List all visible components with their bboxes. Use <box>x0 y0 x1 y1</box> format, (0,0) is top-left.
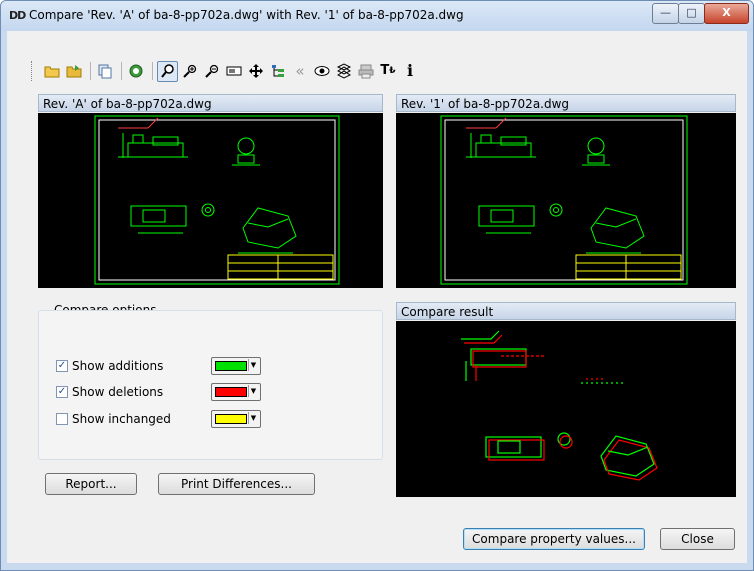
result-panel-header: Compare result <box>396 302 736 320</box>
copy-icon[interactable] <box>95 61 115 81</box>
show-deletions-checkbox[interactable]: ✓ <box>56 386 68 398</box>
window-title: Compare 'Rev. 'A' of ba-8-pp702a.dwg' wi… <box>29 8 464 22</box>
left-drawing-view[interactable] <box>38 113 383 288</box>
layers-icon[interactable] <box>334 61 354 81</box>
right-panel-title: Rev. '1' of ba-8-pp702a.dwg <box>401 97 570 111</box>
option-show-additions[interactable]: ✓ Show additions <box>56 358 163 374</box>
toolbar-grip[interactable] <box>31 61 36 81</box>
print-differences-button[interactable]: Print Differences... <box>158 473 315 495</box>
right-panel-header: Rev. '1' of ba-8-pp702a.dwg <box>396 94 736 112</box>
dialog-client-area: « T ₺ i Rev. 'A' of ba-8-pp702a.dwg Rev.… <box>7 31 747 563</box>
info-icon[interactable]: i <box>400 61 420 81</box>
toolbar-separator <box>152 62 153 80</box>
open-folder-icon[interactable] <box>42 61 62 81</box>
right-drawing-view[interactable] <box>396 113 736 288</box>
left-panel-title: Rev. 'A' of ba-8-pp702a.dwg <box>43 97 212 111</box>
option-show-deletions[interactable]: ✓ Show deletions <box>56 384 163 400</box>
zoom-window-icon[interactable] <box>224 61 244 81</box>
zoom-in-icon[interactable] <box>180 61 200 81</box>
left-drawing <box>94 115 340 285</box>
open-folder-alt-icon[interactable] <box>64 61 84 81</box>
additions-color-swatch <box>215 361 247 371</box>
compare-property-values-button[interactable]: Compare property values... <box>463 528 645 550</box>
left-panel-header: Rev. 'A' of ba-8-pp702a.dwg <box>38 94 383 112</box>
compare-result-drawing <box>461 330 658 481</box>
right-drawing <box>440 115 688 285</box>
deletions-color-picker[interactable]: ▼ <box>211 383 261 401</box>
deletions-color-swatch <box>215 387 247 397</box>
show-additions-checkbox[interactable]: ✓ <box>56 360 68 372</box>
show-inchanged-checkbox[interactable] <box>56 413 68 425</box>
refresh-icon[interactable] <box>126 61 146 81</box>
title-bar[interactable]: DD Compare 'Rev. 'A' of ba-8-pp702a.dwg'… <box>1 1 753 31</box>
report-button[interactable]: Report... <box>45 473 137 495</box>
zoom-out-icon[interactable] <box>202 61 222 81</box>
text-style-icon[interactable]: T ₺ <box>378 61 398 81</box>
chevron-down-icon: ▼ <box>248 359 258 371</box>
zoom-icon[interactable] <box>157 60 178 82</box>
close-button[interactable]: Close <box>660 528 735 550</box>
app-icon: DD <box>9 9 26 22</box>
toolbar-separator <box>121 62 122 80</box>
compare-dialog: DD Compare 'Rev. 'A' of ba-8-pp702a.dwg'… <box>0 0 754 571</box>
show-deletions-label: Show deletions <box>72 385 164 399</box>
tree-icon[interactable] <box>268 61 288 81</box>
show-additions-label: Show additions <box>72 359 164 373</box>
toolbar: « T ₺ i <box>31 58 422 84</box>
toolbar-separator <box>90 62 91 80</box>
additions-color-picker[interactable]: ▼ <box>211 357 261 375</box>
inchanged-color-swatch <box>215 414 247 424</box>
close-window-button[interactable]: X <box>704 3 749 24</box>
inchanged-color-picker[interactable]: ▼ <box>211 410 261 428</box>
maximize-button[interactable]: □ <box>678 3 705 24</box>
result-panel-title: Compare result <box>401 305 494 319</box>
show-inchanged-label: Show inchanged <box>72 412 171 426</box>
visibility-icon[interactable] <box>312 61 332 81</box>
chevron-down-icon: ▼ <box>248 412 258 424</box>
minimize-button[interactable]: — <box>652 3 679 24</box>
chevron-down-icon: ▼ <box>248 385 258 397</box>
pan-icon[interactable] <box>246 61 266 81</box>
option-show-inchanged[interactable]: Show inchanged <box>56 411 171 427</box>
compare-result-view[interactable] <box>396 321 736 497</box>
print-icon[interactable] <box>356 61 376 81</box>
rewind-icon[interactable]: « <box>290 61 310 81</box>
